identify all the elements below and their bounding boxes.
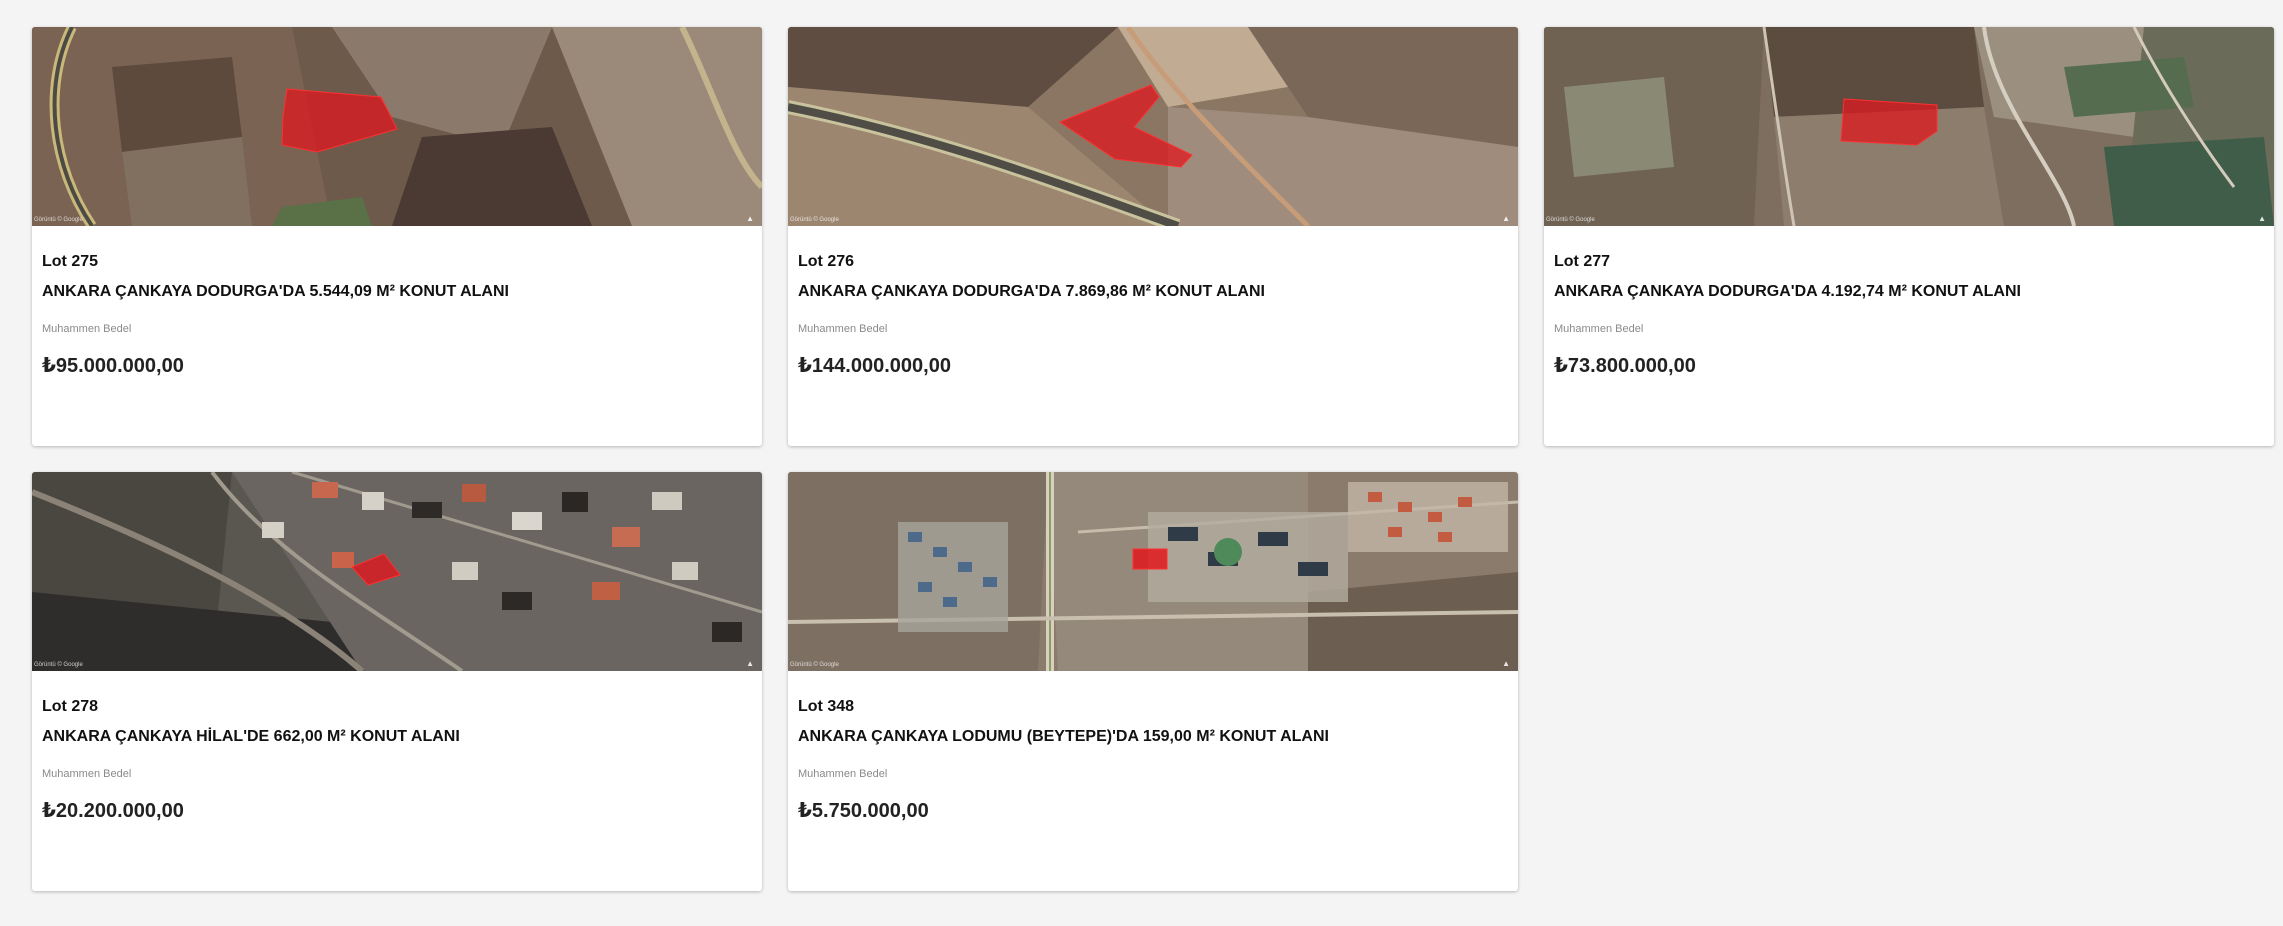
price-label: Muhammen Bedel <box>42 323 132 335</box>
price-label: Muhammen Bedel <box>42 768 132 780</box>
lot-price: ₺5.750.000,00 <box>798 800 929 822</box>
lot-number: Lot 275 <box>42 253 99 270</box>
satellite-image-lot-348: Görüntü © Google ▲ <box>788 472 1518 671</box>
lot-card-276[interactable]: Görüntü © Google ▲ Lot 276 ANKARA ÇANKAY… <box>788 27 1518 446</box>
expand-icon[interactable]: ▲ <box>2258 214 2266 223</box>
lot-number: Lot 278 <box>42 698 99 715</box>
lot-price: ₺73.800.000,00 <box>1554 355 1696 377</box>
lot-title[interactable]: ANKARA ÇANKAYA HİLAL'DE 662,00 M² KONUT … <box>42 727 752 747</box>
lot-number: Lot 277 <box>1554 253 1611 270</box>
satellite-image-lot-275: Görüntü © Google ▲ <box>32 27 762 226</box>
satellite-image-lot-278: Görüntü © Google ▲ <box>32 472 762 671</box>
lot-title[interactable]: ANKARA ÇANKAYA DODURGA'DA 5.544,09 M² KO… <box>42 282 752 302</box>
lot-title[interactable]: ANKARA ÇANKAYA LODUMU (BEYTEPE)'DA 159,0… <box>798 727 1508 747</box>
map-credit: Görüntü © Google <box>34 662 83 668</box>
lot-price: ₺95.000.000,00 <box>42 355 184 377</box>
expand-icon[interactable]: ▲ <box>1502 214 1510 223</box>
lot-number: Lot 348 <box>798 698 855 715</box>
expand-icon[interactable]: ▲ <box>746 214 754 223</box>
map-credit: Görüntü © Google <box>790 662 839 668</box>
lot-price: ₺144.000.000,00 <box>798 355 951 377</box>
lot-card-348[interactable]: Görüntü © Google ▲ Lot 348 ANKARA ÇANKAY… <box>788 472 1518 891</box>
lot-grid: Görüntü © Google ▲ Lot 275 ANKARA ÇANKAY… <box>32 27 2276 891</box>
parcel-highlight <box>1132 548 1168 570</box>
parcel-highlight <box>1840 98 1938 146</box>
expand-icon[interactable]: ▲ <box>746 659 754 668</box>
expand-icon[interactable]: ▲ <box>1502 659 1510 668</box>
satellite-image-lot-276: Görüntü © Google ▲ <box>788 27 1518 226</box>
map-credit: Görüntü © Google <box>34 217 83 223</box>
map-credit: Görüntü © Google <box>790 217 839 223</box>
lot-card-277[interactable]: Görüntü © Google ▲ Lot 277 ANKARA ÇANKAY… <box>1544 27 2274 446</box>
lot-number: Lot 276 <box>798 253 855 270</box>
lot-card-275[interactable]: Görüntü © Google ▲ Lot 275 ANKARA ÇANKAY… <box>32 27 762 446</box>
price-label: Muhammen Bedel <box>798 768 888 780</box>
lot-title[interactable]: ANKARA ÇANKAYA DODURGA'DA 4.192,74 M² KO… <box>1554 282 2264 302</box>
price-label: Muhammen Bedel <box>798 323 888 335</box>
lot-title[interactable]: ANKARA ÇANKAYA DODURGA'DA 7.869,86 M² KO… <box>798 282 1508 302</box>
price-label: Muhammen Bedel <box>1554 323 1644 335</box>
lot-price: ₺20.200.000,00 <box>42 800 184 822</box>
satellite-image-lot-277: Görüntü © Google ▲ <box>1544 27 2274 226</box>
lot-card-278[interactable]: Görüntü © Google ▲ Lot 278 ANKARA ÇANKAY… <box>32 472 762 891</box>
map-credit: Görüntü © Google <box>1546 217 1595 223</box>
